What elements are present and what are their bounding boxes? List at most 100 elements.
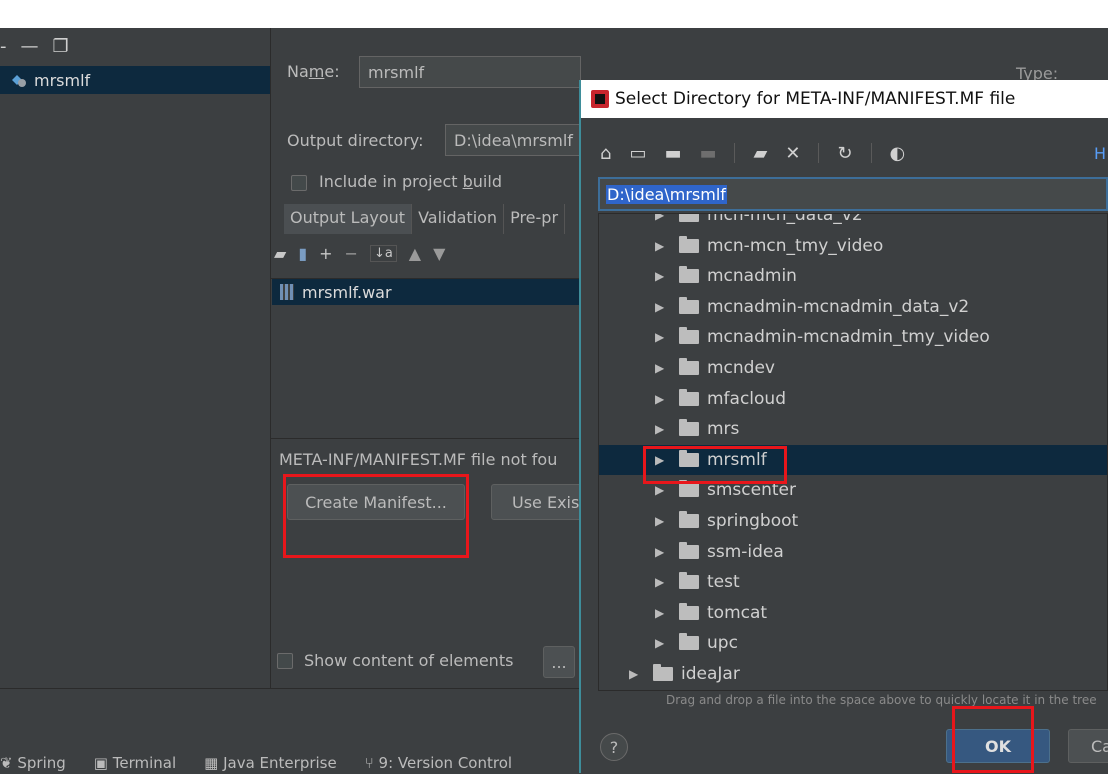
toolbar-separator — [818, 143, 820, 163]
expand-arrow-icon[interactable]: ▶ — [655, 392, 667, 406]
expand-arrow-icon[interactable]: ▶ — [655, 606, 667, 620]
folder-icon — [679, 296, 699, 314]
new-folder-icon[interactable]: ▰ — [274, 244, 286, 263]
java-enterprise-tool-button[interactable]: ▦ Java Enterprise — [204, 754, 337, 772]
name-input[interactable]: mrsmlf — [359, 56, 581, 88]
expand-arrow-icon[interactable]: ▶ — [655, 636, 667, 650]
sort-icon[interactable]: ↓a — [369, 244, 397, 262]
archive-icon[interactable]: ▮ — [298, 244, 307, 263]
copy-icon[interactable]: ❐ — [53, 36, 69, 57]
new-folder-icon[interactable]: ▰ — [753, 143, 767, 164]
highlight-create-manifest — [283, 474, 469, 558]
move-up-icon[interactable]: ▲ — [409, 244, 421, 263]
folder-icon — [679, 511, 699, 528]
tree-folder-label: ideaJar — [681, 664, 740, 684]
tree-folder-label: test — [707, 572, 740, 593]
tree-folder-row[interactable]: ▶ tomcat — [599, 598, 1107, 628]
expand-arrow-icon[interactable]: ▶ — [655, 422, 667, 436]
help-button[interactable]: ? — [600, 733, 628, 761]
version-control-tool-button[interactable]: ⑂ 9: Version Control — [365, 754, 512, 772]
tree-folder-row[interactable]: ▶ mrs — [599, 414, 1107, 444]
spring-label: Spring — [17, 753, 66, 772]
folder-icon — [679, 214, 699, 222]
expand-arrow-icon[interactable]: ▶ — [655, 361, 667, 375]
tab-pre-processing[interactable]: Pre-pr — [504, 204, 566, 234]
folder-icon — [679, 358, 699, 375]
highlight-mrsmlf-folder — [643, 446, 787, 484]
tree-folder-row[interactable]: ▶ mcnadmin — [599, 261, 1107, 291]
remove-icon[interactable]: — — [21, 36, 39, 57]
tree-folder-label: mcnadmin — [707, 266, 797, 287]
tree-folder-label: mcn-mcn_data_v2 — [707, 213, 863, 225]
desktop-icon[interactable]: ▭ — [629, 143, 646, 164]
show-content-checkbox[interactable] — [277, 653, 293, 669]
tree-folder-row[interactable]: ▶ mcnadmin-mcnadmin_data_v2 — [599, 292, 1107, 322]
show-hidden-icon[interactable]: ◐ — [890, 143, 906, 164]
directory-path-input[interactable]: D:\idea\mrsmlf — [598, 177, 1108, 211]
tab-validation[interactable]: Validation — [412, 204, 505, 234]
expand-arrow-icon[interactable]: ▶ — [655, 300, 667, 314]
tree-folder-row[interactable]: ▶ mfacloud — [599, 384, 1107, 414]
tree-folder-row[interactable]: ▶ upc — [599, 628, 1107, 658]
tree-folder-row[interactable]: ▶ mcndev — [599, 353, 1107, 383]
toolbar-separator — [734, 143, 736, 163]
more-button[interactable]: ... — [543, 646, 575, 678]
version-control-label: 9: Version Control — [378, 753, 513, 772]
folder-icon — [679, 235, 699, 253]
expand-arrow-icon[interactable]: ▶ — [655, 575, 667, 589]
cancel-button[interactable]: Ca — [1068, 729, 1108, 763]
include-in-build-label: Include in project build — [319, 172, 502, 191]
home-icon[interactable]: ⌂ — [600, 143, 611, 164]
tree-folder-row[interactable]: ▶ mcn-mcn_data_v2 — [599, 213, 1107, 230]
spring-tool-button[interactable]: ❦ Spring — [0, 754, 66, 772]
expand-arrow-icon[interactable]: ▶ — [655, 330, 667, 344]
drag-drop-hint: Drag and drop a file into the space abov… — [666, 693, 1097, 707]
layout-toolbar: ▰ ▮ + − ↓a ▲ ▼ — [274, 238, 445, 268]
expand-arrow-icon[interactable]: ▶ — [655, 214, 667, 222]
expand-arrow-icon[interactable]: ▶ — [629, 667, 641, 681]
project-folder-icon[interactable]: ▬ — [664, 143, 681, 164]
folder-icon — [679, 602, 699, 620]
tree-folder-label: mrs — [707, 419, 740, 440]
use-existing-manifest-button[interactable]: Use Exis — [491, 484, 583, 520]
add-icon[interactable]: - — [0, 36, 7, 57]
refresh-icon[interactable]: ↻ — [837, 143, 852, 164]
add-copy-icon[interactable]: + — [319, 244, 332, 263]
name-label-tail: e: — [324, 62, 340, 81]
tree-folder-row[interactable]: ▶ ssm-idea — [599, 537, 1107, 567]
tab-output-layout[interactable]: Output Layout — [284, 204, 413, 234]
java-enterprise-label: Java Enterprise — [223, 753, 337, 772]
hide-path-link[interactable]: H — [1094, 144, 1106, 163]
folder-icon — [679, 572, 699, 590]
artifacts-left-panel — [0, 28, 271, 688]
expand-arrow-icon[interactable]: ▶ — [655, 483, 667, 497]
move-down-icon[interactable]: ▼ — [433, 244, 445, 263]
include-label-tail: uild — [472, 172, 502, 191]
name-label-mnemonic: m — [308, 62, 325, 81]
module-folder-icon[interactable]: ▬ — [699, 143, 716, 164]
delete-icon[interactable]: ✕ — [785, 143, 800, 164]
output-directory-label: Output directory: — [287, 131, 424, 150]
branch-icon: ⑂ — [364, 753, 374, 772]
artifact-tree-item[interactable]: mrsmlf — [0, 66, 270, 94]
remove-icon[interactable]: − — [345, 244, 358, 263]
include-in-build-checkbox[interactable] — [291, 175, 307, 191]
tree-folder-row[interactable]: ▶ test — [599, 567, 1107, 597]
spring-icon: ❦ — [0, 753, 13, 772]
expand-arrow-icon[interactable]: ▶ — [655, 545, 667, 559]
tree-folder-label: mcndev — [707, 358, 775, 378]
expand-arrow-icon[interactable]: ▶ — [655, 514, 667, 528]
expand-arrow-icon[interactable]: ▶ — [655, 269, 667, 283]
output-directory-input[interactable]: D:\idea\mrsmlf — [445, 124, 581, 156]
terminal-tool-button[interactable]: ▣ Terminal — [94, 754, 176, 772]
tree-folder-row[interactable]: ▶ springboot — [599, 506, 1107, 536]
terminal-icon: ▣ — [93, 753, 108, 772]
expand-arrow-icon[interactable]: ▶ — [655, 239, 667, 253]
war-file-icon — [280, 284, 294, 300]
path-selected-text: D:\idea\mrsmlf — [606, 184, 727, 204]
folder-icon — [679, 419, 699, 437]
tree-folder-row[interactable]: ▶ ideaJar — [599, 659, 1107, 689]
tree-folder-row[interactable]: ▶ mcn-mcn_tmy_video — [599, 231, 1107, 261]
artifact-war-item[interactable]: mrsmlf.war — [272, 279, 580, 305]
tree-folder-row[interactable]: ▶ mcnadmin-mcnadmin_tmy_video — [599, 322, 1107, 352]
